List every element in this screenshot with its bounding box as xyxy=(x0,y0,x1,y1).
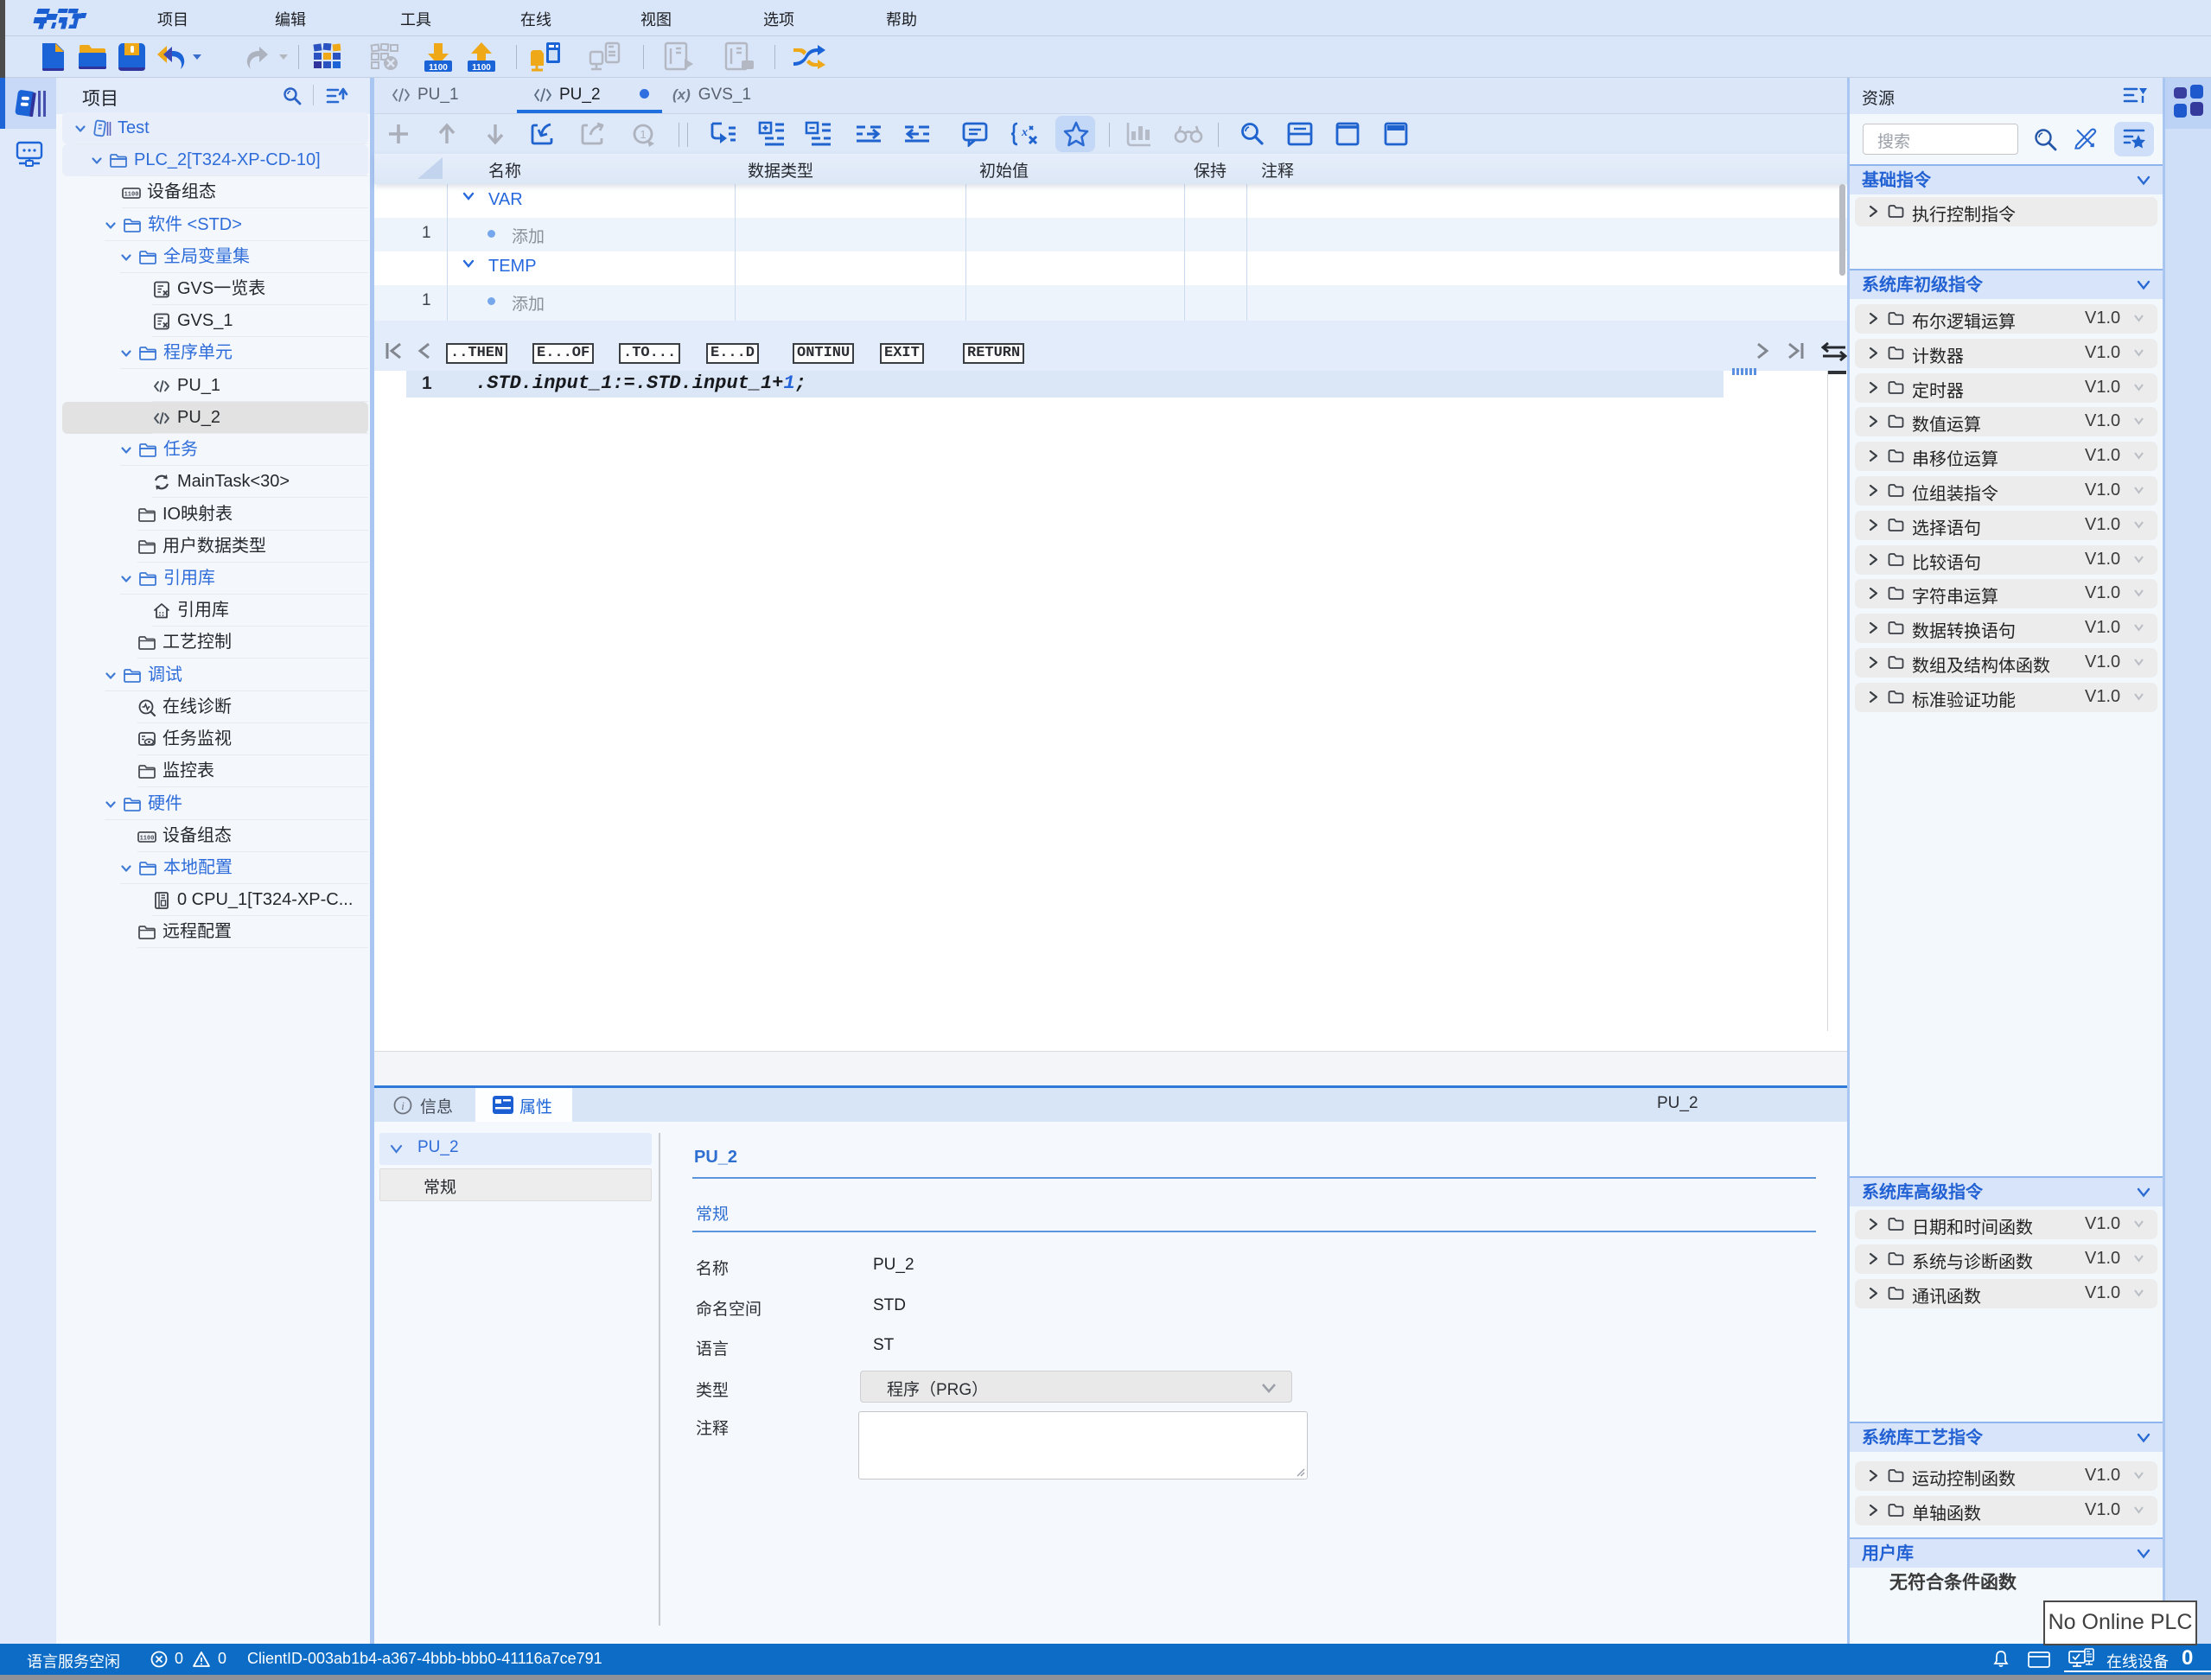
svg-text:1100: 1100 xyxy=(124,191,139,198)
svg-text:i: i xyxy=(401,1099,405,1112)
svg-text:1100: 1100 xyxy=(472,63,491,73)
svg-text:1100: 1100 xyxy=(140,835,155,842)
svg-text:x: x xyxy=(1021,126,1028,139)
svg-text:1: 1 xyxy=(640,128,646,141)
svg-text:1100: 1100 xyxy=(429,63,448,73)
